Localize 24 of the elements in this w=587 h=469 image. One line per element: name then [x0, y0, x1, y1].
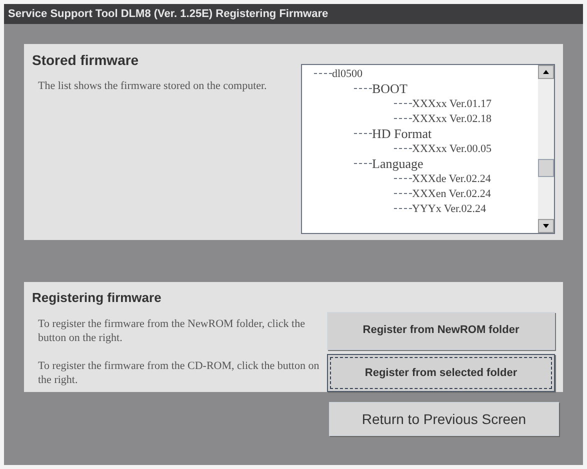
section-title: Registering firmware	[32, 289, 162, 307]
scrollbar[interactable]	[538, 65, 554, 233]
tree-item[interactable]: BOOT	[372, 82, 408, 96]
scroll-up-icon[interactable]	[538, 65, 554, 79]
register-button[interactable]: Register from selected folder	[327, 354, 555, 392]
tree-item[interactable]: XXXen Ver.02.24	[412, 186, 491, 200]
return-button[interactable]: Return to Previous Screen	[329, 402, 559, 436]
scroll-thumb[interactable]	[538, 159, 554, 177]
tree-item[interactable]: Language	[372, 156, 424, 170]
tree-item[interactable]: XXXxx Ver.00.05	[412, 142, 492, 156]
window-title: Service Support Tool DLM8 (Ver. 1.25E) Registering Firmware	[4, 4, 583, 24]
firmware-tree[interactable]: dl0500 BOOT XXXxx Ver.01.17 XXXxx Ver.02.18 HD Format XXXxx Ver.00.05 Language XXXde Ver.02.24 XXXen Ver.02.24 YYYx Ver.02.24	[301, 64, 555, 234]
tree-item[interactable]: YYYx Ver.02.24	[412, 202, 486, 216]
register-button[interactable]: Register from NewROM folder	[327, 312, 555, 350]
description: To register the firmware from the NewROM folder, click the button on the right.	[37, 316, 306, 345]
section-title: Stored firmware	[32, 51, 140, 70]
tree-item[interactable]: XXXxx Ver.02.18	[412, 112, 492, 126]
description: The list shows the firmware stored on the computer.	[37, 79, 268, 93]
description: To register the firmware from the CD-ROM, click the button on the right.	[37, 358, 320, 387]
tree-item[interactable]: XXXxx Ver.01.17	[412, 96, 492, 110]
tree-item[interactable]: XXXde Ver.02.24	[412, 172, 491, 186]
tree-item[interactable]: HD Format	[372, 126, 432, 140]
tree-item[interactable]: dl0500	[332, 66, 363, 80]
scroll-down-icon[interactable]	[538, 219, 554, 233]
